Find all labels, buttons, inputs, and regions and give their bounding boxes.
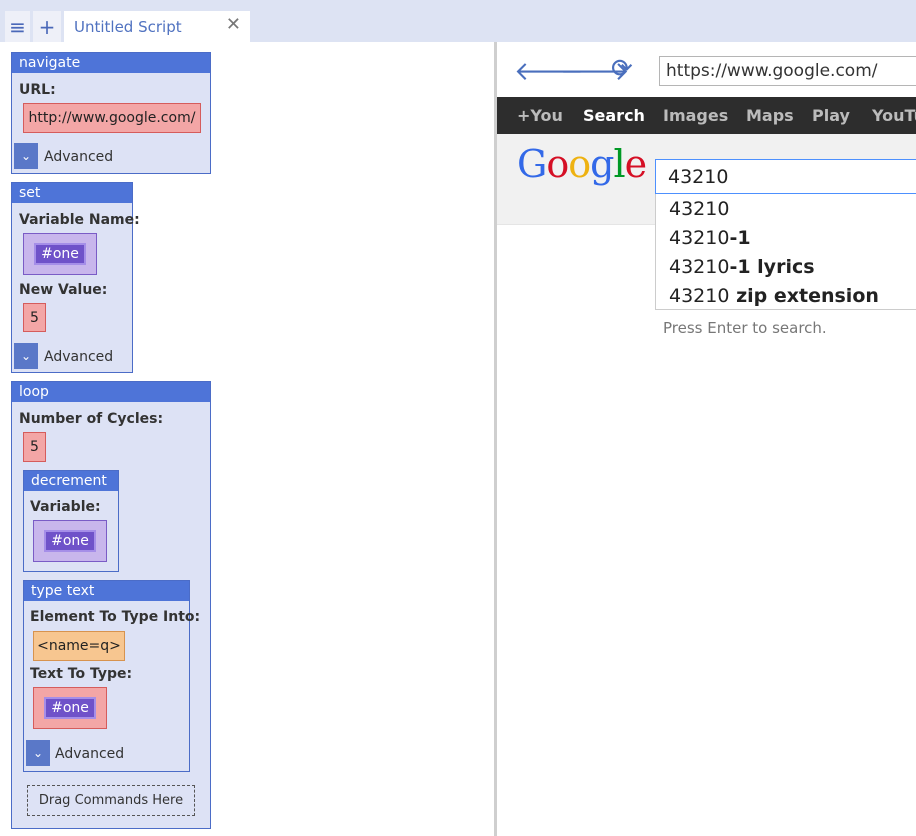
- logo-letter: o: [546, 142, 569, 186]
- new-value-field[interactable]: 5: [23, 303, 46, 332]
- gbar-item-maps[interactable]: Maps: [746, 97, 794, 134]
- gbar-item-play[interactable]: Play: [812, 97, 850, 134]
- suggestion-item[interactable]: 43210: [669, 198, 729, 220]
- script-panel: navigate URL: http://www.google.com/ ⌄ A…: [0, 42, 494, 836]
- element-label: Element To Type Into:: [30, 609, 201, 625]
- new-tab-button[interactable]: +: [33, 11, 61, 42]
- suggestion-list: 43210 43210-1 43210-1 lyrics 43210 zip e…: [655, 194, 916, 310]
- google-bar: +You Search Images Maps Play YouTu: [497, 97, 916, 134]
- url-label: URL:: [19, 82, 56, 98]
- command-title: loop: [12, 382, 210, 402]
- cycles-label: Number of Cycles:: [19, 411, 164, 427]
- search-input[interactable]: 43210: [655, 159, 916, 194]
- hamburger-icon: ≡: [9, 14, 26, 39]
- tab-title: Untitled Script: [74, 17, 182, 36]
- logo-letter: o: [568, 142, 591, 186]
- gbar-item-youtube[interactable]: YouTu: [872, 97, 916, 134]
- suggestion-item[interactable]: 43210 zip extension: [669, 285, 879, 307]
- browser-view: 🡐 🡒 ⟳ https://www.google.com/ +You Searc…: [497, 42, 916, 836]
- plus-icon: +: [38, 14, 56, 39]
- element-field[interactable]: <name=q>: [33, 631, 125, 661]
- text-slot[interactable]: #one: [33, 687, 107, 729]
- logo-letter: l: [613, 142, 625, 186]
- advanced-toggle-button[interactable]: ⌄: [14, 343, 38, 369]
- gbar-item-search[interactable]: Search: [583, 97, 645, 134]
- cycles-field[interactable]: 5: [23, 432, 46, 462]
- decrement-command[interactable]: decrement Variable: #one: [23, 470, 119, 572]
- chevron-down-icon: ⌄: [20, 149, 32, 163]
- variable-slot[interactable]: #one: [33, 520, 107, 562]
- variable-label: Variable:: [30, 499, 101, 515]
- drop-zone[interactable]: Drag Commands Here: [27, 785, 195, 816]
- close-icon[interactable]: ✕: [226, 14, 241, 35]
- navigate-command[interactable]: navigate URL: http://www.google.com/ ⌄ A…: [11, 52, 211, 174]
- suggestion-item[interactable]: 43210-1: [669, 227, 751, 249]
- variable-chip[interactable]: #one: [34, 243, 86, 265]
- advanced-label[interactable]: Advanced: [44, 149, 113, 165]
- url-bar[interactable]: https://www.google.com/: [659, 56, 916, 86]
- variable-name-label: Variable Name:: [19, 212, 140, 228]
- type-text-command[interactable]: type text Element To Type Into: <name=q>…: [23, 580, 200, 772]
- command-title: decrement: [24, 471, 118, 491]
- advanced-toggle-button[interactable]: ⌄: [26, 740, 50, 766]
- advanced-label[interactable]: Advanced: [44, 349, 113, 365]
- gbar-item-you[interactable]: +You: [517, 97, 563, 134]
- gbar-item-images[interactable]: Images: [663, 97, 728, 134]
- variable-chip[interactable]: #one: [44, 530, 96, 552]
- command-title: navigate: [12, 53, 210, 73]
- chevron-down-icon: ⌄: [32, 746, 44, 760]
- loop-command[interactable]: loop Number of Cycles: 5 decrement Varia…: [11, 381, 211, 829]
- search-hint: Press Enter to search.: [663, 319, 827, 337]
- logo-letter: G: [517, 142, 547, 186]
- command-title: set: [12, 183, 132, 203]
- logo-letter: g: [590, 142, 614, 186]
- logo-letter: e: [624, 142, 647, 186]
- set-command[interactable]: set Variable Name: #one New Value: 5 ⌄ A…: [11, 182, 140, 373]
- tab-untitled-script[interactable]: Untitled Script ✕: [64, 11, 250, 42]
- reload-icon[interactable]: ⟳: [611, 54, 633, 84]
- variable-slot[interactable]: #one: [23, 233, 97, 275]
- url-field[interactable]: http://www.google.com/: [23, 103, 201, 133]
- advanced-label[interactable]: Advanced: [55, 746, 124, 762]
- advanced-toggle-button[interactable]: ⌄: [14, 143, 38, 169]
- google-logo[interactable]: Google: [517, 142, 647, 186]
- suggestion-item[interactable]: 43210-1 lyrics: [669, 256, 815, 278]
- text-to-type-label: Text To Type:: [30, 666, 133, 682]
- command-title: type text: [24, 581, 189, 601]
- variable-chip[interactable]: #one: [44, 697, 96, 719]
- tab-bar: ≡ + Untitled Script ✕: [0, 0, 916, 42]
- chevron-down-icon: ⌄: [20, 349, 32, 363]
- hamburger-menu-button[interactable]: ≡: [5, 11, 30, 42]
- new-value-label: New Value:: [19, 282, 108, 298]
